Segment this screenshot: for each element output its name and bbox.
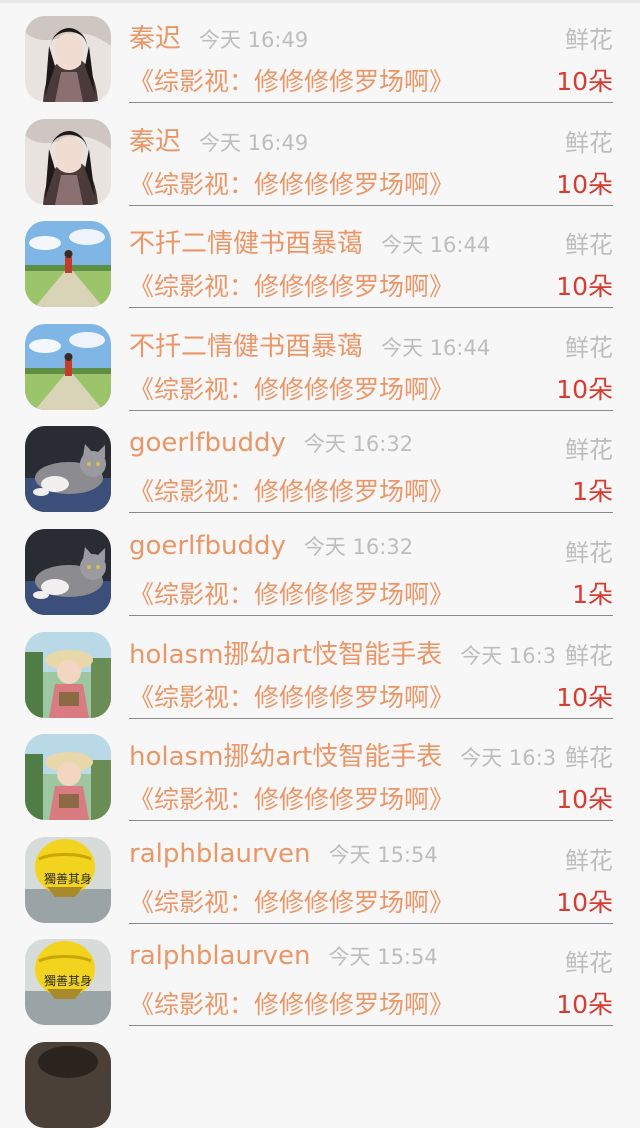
timestamp: 今天 15:54: [328, 945, 438, 970]
book-title[interactable]: 《综影视：修修修修罗场啊》: [129, 472, 454, 508]
gift-count: 10朵: [556, 785, 613, 815]
sender-name[interactable]: 不扦二情健书酉暴蔼: [129, 326, 363, 363]
gift-type-label: 鲜花: [563, 327, 613, 363]
sender-row: goerlfbuddy 今天 16:32: [129, 428, 413, 458]
sender-name[interactable]: 不扦二情健书酉暴蔼: [129, 223, 363, 260]
gift-count: 10朵: [556, 374, 613, 404]
avatar-balloon-icon: 獨善其身: [25, 836, 111, 923]
book-title[interactable]: 《综影视：修修修修罗场啊》: [129, 678, 454, 714]
gift-type-label: 鲜花: [563, 20, 613, 55]
sender-row: 不扦二情健书酉暴蔼 今天 16:44: [129, 223, 490, 260]
avatar-cat-icon: [25, 426, 111, 513]
avatar-landscape-icon: [25, 323, 111, 410]
gift-count: 10朵: [556, 272, 613, 302]
avatar[interactable]: [25, 734, 111, 821]
book-title[interactable]: 《综影视：修修修修罗场啊》: [129, 370, 454, 406]
timestamp: 今天 16:44: [381, 335, 491, 360]
gift-type-label: 鲜花: [563, 738, 613, 774]
list-item[interactable]: goerlfbuddy 今天 16:32 鲜花 《综影视：修修修修罗场啊》 1朵: [0, 513, 640, 616]
avatar-landscape-icon: [25, 221, 111, 308]
sender-row: ralphblaurven 今天 15:54: [129, 839, 438, 869]
avatar[interactable]: [25, 528, 111, 615]
avatar-girl-icon: [25, 734, 111, 821]
list-item[interactable]: goerlfbuddy 今天 16:32 鲜花 《综影视：修修修修罗场啊》 1朵: [0, 410, 640, 514]
avatar[interactable]: [25, 221, 111, 308]
avatar-warrior-icon: [25, 16, 111, 102]
avatar[interactable]: [25, 118, 111, 205]
list-item[interactable]: holasm挪幼art忮智能手表 今天 16:3 鲜花 《综影视：修修修修罗场啊…: [0, 616, 640, 719]
gift-type-label: 鲜花: [563, 225, 613, 261]
timestamp: 今天 16:32: [303, 534, 414, 559]
list-item[interactable]: 獨善其身 ralphblaurven 今天 15:54 鲜花 《综影视：修修修修…: [0, 821, 640, 924]
gift-record-list: 秦迟 今天 16:49 鲜花 《综影视：修修修修罗场啊》 10朵 秦迟 今天 1…: [0, 0, 640, 1027]
sender-name[interactable]: ralphblaurven: [129, 941, 311, 971]
gift-type-label: 鲜花: [563, 635, 613, 671]
avatar[interactable]: [25, 16, 111, 102]
sender-name[interactable]: holasm挪幼art忮智能手表: [129, 736, 442, 773]
avatar[interactable]: 獨善其身: [25, 939, 111, 1026]
timestamp: 今天 16:44: [381, 233, 491, 258]
book-title[interactable]: 《综影视：修修修修罗场啊》: [129, 985, 454, 1021]
avatar-balloon-icon: 獨善其身: [25, 939, 111, 1026]
gift-type-label: 鲜花: [563, 430, 613, 466]
timestamp: 今天 16:3: [460, 643, 557, 668]
gift-count: 1朵: [572, 579, 613, 609]
gift-count: 10朵: [556, 67, 613, 96]
sender-name[interactable]: goerlfbuddy: [129, 428, 286, 458]
gift-count: 1朵: [572, 477, 613, 507]
gift-count: 10朵: [556, 887, 613, 917]
balloon-caption: 獨善其身: [44, 871, 92, 886]
gift-type-label: 鲜花: [563, 122, 613, 158]
list-item[interactable]: 獨善其身 ralphblaurven 今天 15:54 鲜花 《综影视：修修修修…: [0, 923, 640, 1027]
book-title[interactable]: 《综影视：修修修修罗场啊》: [129, 165, 454, 201]
avatar[interactable]: [25, 1042, 111, 1128]
avatar[interactable]: [25, 426, 111, 513]
sender-name[interactable]: 秦迟: [129, 121, 181, 158]
balloon-caption: 獨善其身: [44, 973, 92, 988]
sender-name[interactable]: 秦迟: [129, 18, 181, 55]
timestamp: 今天 16:3: [460, 746, 557, 771]
avatar[interactable]: [25, 631, 111, 718]
avatar-cat-icon: [25, 528, 111, 615]
book-title[interactable]: 《综影视：修修修修罗场啊》: [129, 780, 454, 816]
list-item[interactable]: 不扦二情健书酉暴蔼 今天 16:44 鲜花 《综影视：修修修修罗场啊》 10朵: [0, 308, 640, 411]
book-title[interactable]: 《综影视：修修修修罗场啊》: [129, 267, 454, 303]
timestamp: 今天 16:49: [199, 28, 309, 52]
timestamp: 今天 16:49: [199, 130, 309, 155]
gift-type-label: 鲜花: [563, 532, 613, 568]
sender-row: goerlfbuddy 今天 16:32: [129, 531, 413, 561]
sender-name[interactable]: holasm挪幼art忮智能手表: [129, 634, 442, 671]
gift-count: 10朵: [556, 682, 613, 712]
gift-count: 10朵: [556, 990, 613, 1020]
sender-row: holasm挪幼art忮智能手表 今天 16:3: [129, 736, 556, 773]
avatar-partial-icon: [25, 1042, 111, 1128]
gift-type-label: 鲜花: [563, 943, 613, 979]
avatar[interactable]: 獨善其身: [25, 836, 111, 923]
avatar-warrior-icon: [25, 118, 111, 205]
sender-row: 秦迟 今天 16:49: [129, 18, 308, 55]
list-item[interactable]: 秦迟 今天 16:49 鲜花 《综影视：修修修修罗场啊》 10朵: [0, 0, 640, 103]
timestamp: 今天 16:32: [303, 432, 414, 457]
book-title[interactable]: 《综影视：修修修修罗场啊》: [129, 62, 454, 98]
sender-row: 秦迟 今天 16:49: [129, 121, 308, 158]
list-item[interactable]: 秦迟 今天 16:49 鲜花 《综影视：修修修修罗场啊》 10朵: [0, 103, 640, 206]
book-title[interactable]: 《综影视：修修修修罗场啊》: [129, 883, 454, 919]
sender-name[interactable]: goerlfbuddy: [129, 531, 286, 561]
sender-row: ralphblaurven 今天 15:54: [129, 941, 438, 971]
sender-name[interactable]: ralphblaurven: [129, 839, 311, 869]
sender-row: 不扦二情健书酉暴蔼 今天 16:44: [129, 326, 490, 363]
avatar-girl-icon: [25, 631, 111, 718]
book-title[interactable]: 《综影视：修修修修罗场啊》: [129, 575, 454, 611]
gift-type-label: 鲜花: [563, 840, 613, 876]
gift-count: 10朵: [556, 169, 613, 199]
list-item[interactable]: 不扦二情健书酉暴蔼 今天 16:44 鲜花 《综影视：修修修修罗场啊》 10朵: [0, 205, 640, 309]
list-item[interactable]: holasm挪幼art忮智能手表 今天 16:3 鲜花 《综影视：修修修修罗场啊…: [0, 718, 640, 822]
avatar[interactable]: [25, 323, 111, 410]
timestamp: 今天 15:54: [328, 842, 438, 867]
sender-row: holasm挪幼art忮智能手表 今天 16:3: [129, 634, 556, 671]
